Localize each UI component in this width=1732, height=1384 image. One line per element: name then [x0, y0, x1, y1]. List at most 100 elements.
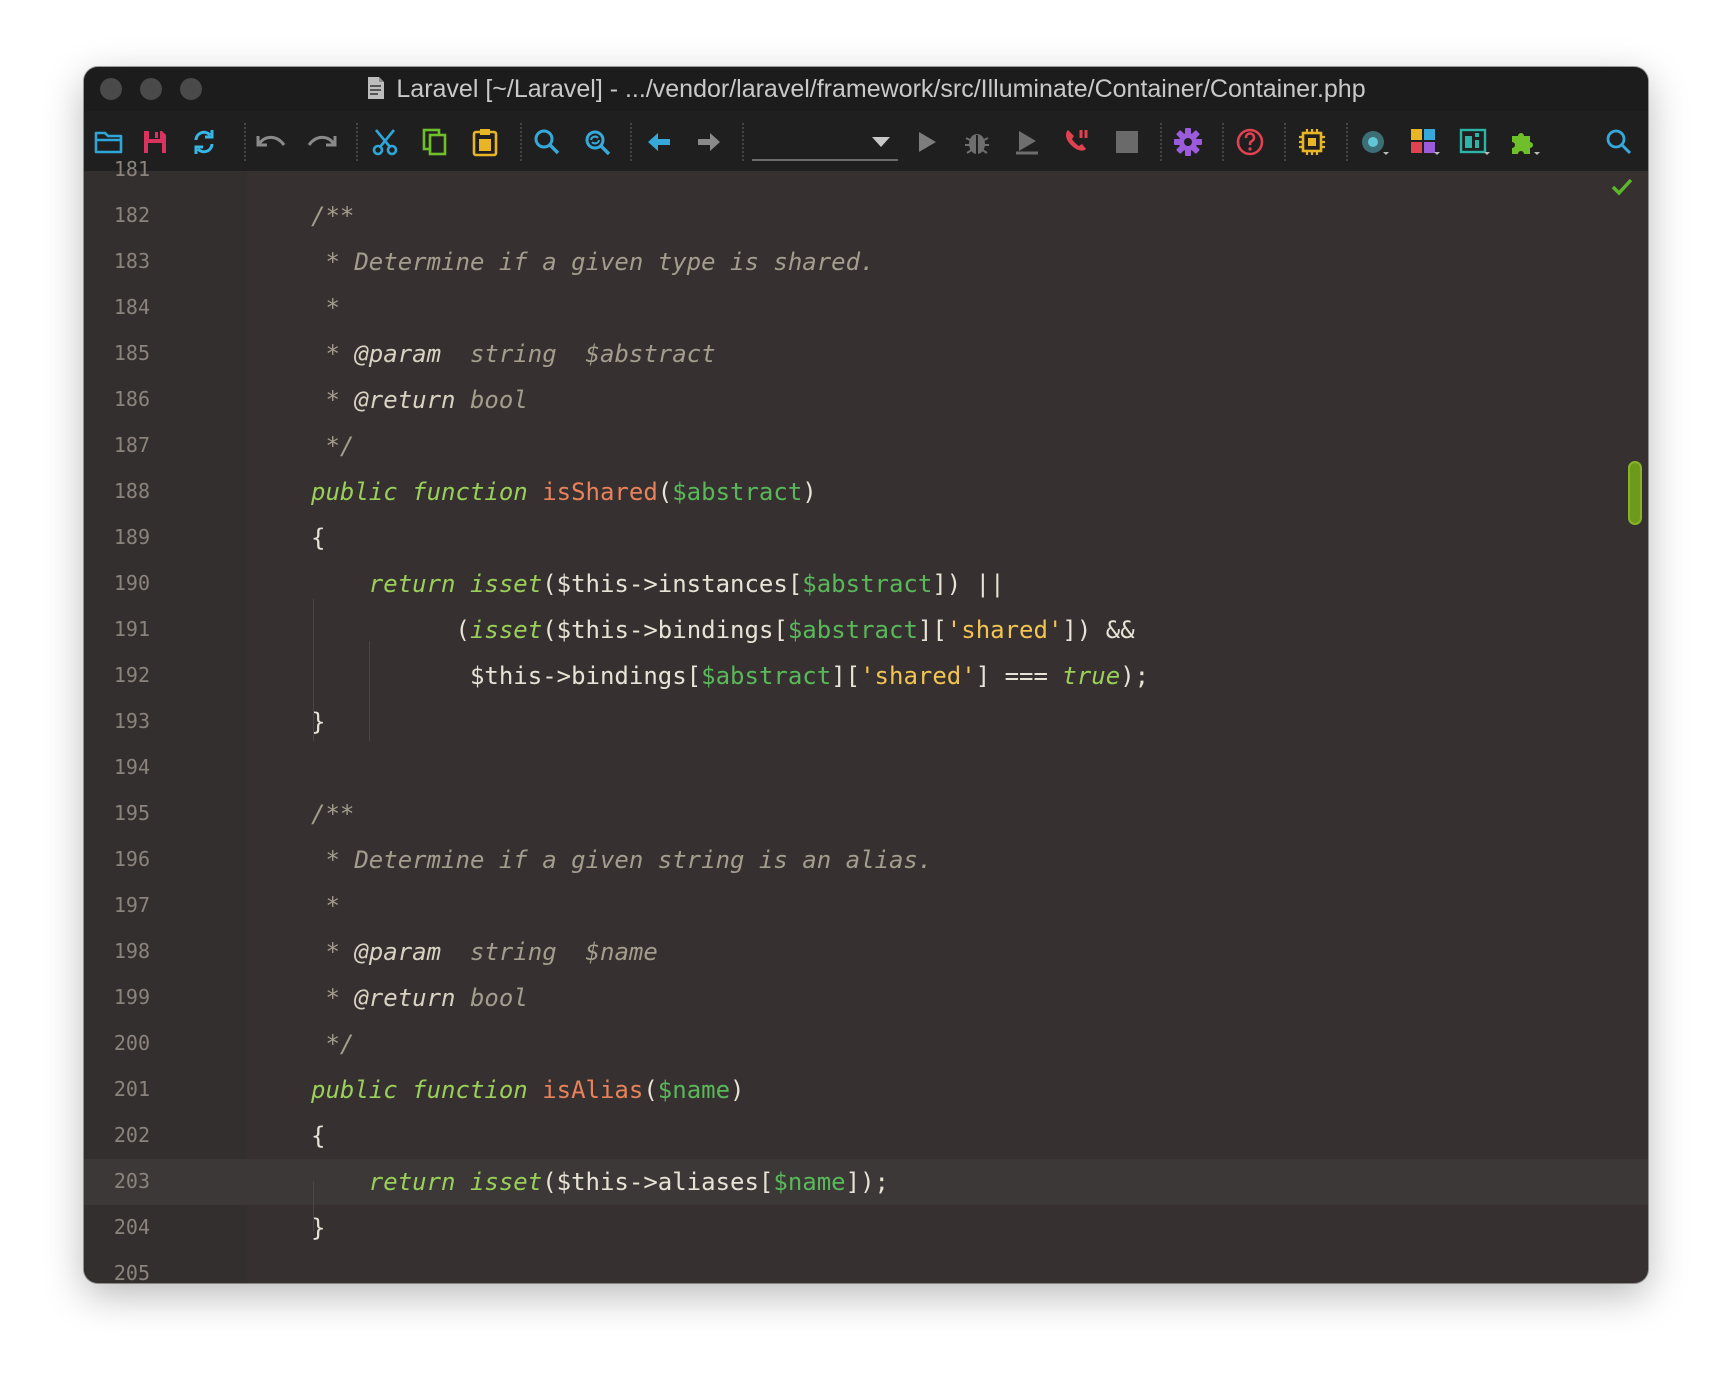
code-line[interactable]: 193}	[84, 699, 1648, 745]
line-number: 195	[113, 801, 150, 825]
line-number: 181	[113, 157, 150, 181]
line-number: 192	[113, 663, 150, 687]
line-number: 189	[113, 525, 150, 549]
code-line[interactable]: 181	[84, 147, 1648, 193]
code-line[interactable]: 202 {	[84, 1113, 1648, 1159]
code-token: ] ===	[975, 662, 1063, 690]
code-token: (	[657, 478, 673, 506]
line-number: 196	[113, 847, 150, 871]
code-token: public function	[311, 1076, 543, 1104]
code-editor[interactable]: 181 182 /** 183 * Determine if a given type…	[84, 157, 1648, 1283]
code-token: @param	[354, 340, 442, 368]
code-line[interactable]: 200 */	[84, 1021, 1648, 1067]
line-number: 201	[113, 1077, 150, 1101]
current-code-line[interactable]: 203 return isset($this->aliases[$name]);	[84, 1159, 1648, 1205]
code-text: return isset($this->aliases[$name]);	[311, 1168, 889, 1196]
code-text: public function isAlias($name)	[311, 1076, 745, 1104]
code-lines: 181 182 /** 183 * Determine if a given type…	[84, 147, 1648, 1283]
code-text: /**	[311, 800, 354, 828]
code-line[interactable]: 188 public function isShared($abstract)	[84, 469, 1648, 515]
code-line[interactable]: 201 public function isAlias($name)	[84, 1067, 1648, 1113]
code-line[interactable]: 196 * Determine if a given string is an …	[84, 837, 1648, 883]
line-number: 184	[113, 295, 150, 319]
indent-guide	[313, 599, 314, 741]
code-token: ($this->bindings[	[542, 616, 788, 644]
indent-guide	[369, 641, 370, 741]
vertical-scrollbar-thumb[interactable]	[1628, 461, 1642, 525]
code-token: string $abstract	[441, 340, 716, 368]
line-number: 183	[113, 249, 150, 273]
code-token: isAlias	[542, 1076, 644, 1104]
code-token: *	[311, 984, 355, 1012]
code-token: *	[311, 892, 340, 920]
code-token: ($this->aliases[	[542, 1168, 774, 1196]
php-file-icon	[366, 76, 386, 107]
code-token: bool	[455, 386, 528, 414]
code-token: (	[643, 1076, 658, 1104]
line-number: 191	[113, 617, 150, 641]
code-token: (	[311, 616, 470, 644]
code-token: @return	[354, 984, 456, 1012]
code-line[interactable]: 199 * @return bool	[84, 975, 1648, 1021]
code-line[interactable]: 195 /**	[84, 791, 1648, 837]
code-token: ($this->instances[	[542, 570, 803, 598]
code-line[interactable]: 197 *	[84, 883, 1648, 929]
code-line[interactable]: 192 $this->bindings[$abstract]['shared']…	[84, 653, 1648, 699]
code-text: */	[311, 432, 354, 460]
code-text: */	[311, 1030, 354, 1058]
line-number: 198	[113, 939, 150, 963]
code-text: (isset($this->bindings[$abstract]['share…	[311, 616, 1134, 644]
code-token: isset	[469, 616, 543, 644]
code-token: $abstract	[672, 478, 803, 506]
code-line[interactable]: 189 {	[84, 515, 1648, 561]
code-line[interactable]: 204}	[84, 1205, 1648, 1251]
code-token: @param	[354, 938, 442, 966]
code-text: * @param string $abstract	[311, 340, 716, 368]
code-line[interactable]: 186 * @return bool	[84, 377, 1648, 423]
code-text: /**	[311, 202, 354, 230]
code-text: {	[311, 1122, 325, 1150]
code-token: 'shared'	[946, 616, 1063, 644]
code-line[interactable]: 205	[84, 1251, 1648, 1283]
code-token: 'shared'	[860, 662, 976, 690]
code-token: return isset	[368, 570, 543, 598]
code-line[interactable]: 183 * Determine if a given type is share…	[84, 239, 1648, 285]
code-text: * @param string $name	[311, 938, 658, 966]
code-token: ]);	[845, 1168, 889, 1196]
code-text: *	[311, 294, 339, 322]
line-number: 188	[113, 479, 150, 503]
code-line[interactable]: 190 return isset($this->instances[$abstr…	[84, 561, 1648, 607]
line-number: 186	[113, 387, 150, 411]
check-icon[interactable]	[1610, 177, 1634, 201]
code-line[interactable]: 194	[84, 745, 1648, 791]
line-number: 200	[113, 1031, 150, 1055]
code-line[interactable]: 184 *	[84, 285, 1648, 331]
chevron-down-icon	[872, 137, 890, 147]
code-text: * @return bool	[311, 984, 528, 1012]
code-token: bool	[455, 984, 528, 1012]
code-token: $name	[657, 1076, 731, 1104]
line-number: 204	[113, 1215, 150, 1239]
code-text: * @return bool	[311, 386, 528, 414]
code-text: * Determine if a given string is an alia…	[311, 846, 932, 874]
code-line[interactable]: 185 * @param string $abstract	[84, 331, 1648, 377]
code-line[interactable]: 191 (isset($this->bindings[$abstract]['s…	[84, 607, 1648, 653]
code-token: string $name	[441, 938, 658, 966]
code-text: return isset($this->instances[$abstract]…	[311, 570, 1005, 598]
code-token: $name	[773, 1168, 846, 1196]
code-line[interactable]: 198 * @param string $name	[84, 929, 1648, 975]
code-line[interactable]: 187 */	[84, 423, 1648, 469]
line-number: 182	[113, 203, 150, 227]
line-number: 205	[113, 1261, 150, 1283]
code-token: {	[311, 1122, 326, 1150]
code-token: ]) ||	[932, 570, 1005, 598]
code-token: /**	[311, 800, 355, 828]
code-token: ][	[917, 616, 947, 644]
code-token: )	[802, 478, 817, 506]
code-line[interactable]: 182 /**	[84, 193, 1648, 239]
code-token: *	[311, 938, 355, 966]
line-number: 202	[113, 1123, 150, 1147]
indent-guide	[313, 1181, 314, 1231]
